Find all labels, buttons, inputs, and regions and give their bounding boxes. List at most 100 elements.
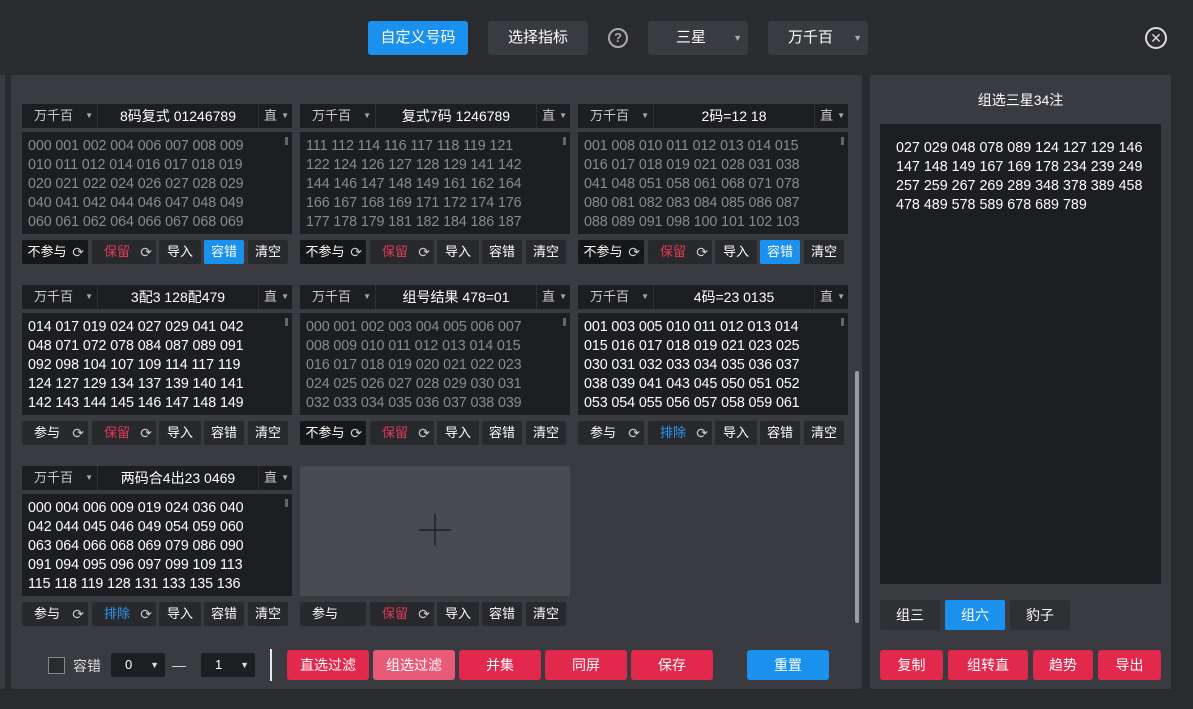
card-title[interactable]: 复式7码 1246789 xyxy=(376,104,536,128)
position-select[interactable]: 万千百 ▼ xyxy=(768,21,868,55)
tolerance-button[interactable]: 容错 xyxy=(204,240,244,264)
card-direct-select[interactable]: 直 ▼ xyxy=(536,104,570,128)
star-type-select[interactable]: 三星 ▼ xyxy=(648,21,748,55)
keep-toggle[interactable]: 排除 ⟳ xyxy=(648,421,712,445)
card-title[interactable]: 3配3 128配479 xyxy=(98,285,258,309)
card-numbers-box[interactable]: 001 008 010 011 012 013 014 015 016 017 … xyxy=(578,132,848,234)
refresh-icon[interactable]: ⟳ xyxy=(418,240,430,264)
card-scrollbar[interactable] xyxy=(841,137,844,145)
refresh-icon[interactable]: ⟳ xyxy=(696,240,708,264)
card-direct-select[interactable]: 直 ▼ xyxy=(814,285,848,309)
copy-button[interactable]: 复制 xyxy=(880,650,943,680)
refresh-icon[interactable]: ⟳ xyxy=(72,602,84,626)
card-scrollbar[interactable] xyxy=(841,318,844,326)
clear-button[interactable]: 清空 xyxy=(804,240,844,264)
card-position-select[interactable]: 万千百 ▼ xyxy=(22,285,98,309)
refresh-icon[interactable]: ⟳ xyxy=(628,240,640,264)
card-position-select[interactable]: 万千百 ▼ xyxy=(300,104,376,128)
refresh-icon[interactable]: ⟳ xyxy=(350,240,362,264)
join-toggle[interactable]: 参与 xyxy=(300,602,366,626)
tolerance-checkbox[interactable] xyxy=(48,657,65,674)
clear-button[interactable]: 清空 xyxy=(526,421,566,445)
refresh-icon[interactable]: ⟳ xyxy=(418,602,430,626)
join-toggle[interactable]: 不参与 ⟳ xyxy=(300,240,366,264)
join-toggle[interactable]: 不参与 ⟳ xyxy=(578,240,644,264)
import-button[interactable]: 导入 xyxy=(715,240,757,264)
card-title[interactable]: 组号结果 478=01 xyxy=(376,285,536,309)
card-position-select[interactable]: 万千百 ▼ xyxy=(22,104,98,128)
clear-button[interactable]: 清空 xyxy=(526,602,566,626)
refresh-icon[interactable]: ⟳ xyxy=(350,421,362,445)
tab-group-six[interactable]: 组六 xyxy=(945,600,1005,630)
tolerance-button[interactable]: 容错 xyxy=(482,602,522,626)
join-toggle[interactable]: 参与 ⟳ xyxy=(22,602,88,626)
card-scrollbar[interactable] xyxy=(563,137,566,145)
refresh-icon[interactable]: ⟳ xyxy=(72,240,84,264)
card-direct-select[interactable]: 直 ▼ xyxy=(536,285,570,309)
join-toggle[interactable]: 不参与 ⟳ xyxy=(300,421,366,445)
clear-button[interactable]: 清空 xyxy=(248,602,288,626)
join-toggle[interactable]: 参与 ⟳ xyxy=(578,421,644,445)
keep-toggle[interactable]: 保留 ⟳ xyxy=(92,421,156,445)
card-scrollbar[interactable] xyxy=(563,318,566,326)
tolerance-button[interactable]: 容错 xyxy=(204,602,244,626)
close-icon[interactable]: ✕ xyxy=(1145,27,1167,49)
keep-toggle[interactable]: 保留 ⟳ xyxy=(648,240,712,264)
group-filter-button[interactable]: 组选过滤 xyxy=(373,650,455,680)
tab-group-three[interactable]: 组三 xyxy=(880,600,940,630)
refresh-icon[interactable]: ⟳ xyxy=(418,421,430,445)
refresh-icon[interactable]: ⟳ xyxy=(140,602,152,626)
card-position-select[interactable]: 万千百 ▼ xyxy=(22,466,98,490)
card-title[interactable]: 8码复式 01246789 xyxy=(98,104,258,128)
card-title[interactable]: 2码=12 18 xyxy=(654,104,814,128)
vertical-scrollbar[interactable] xyxy=(855,371,859,623)
card-direct-select[interactable]: 直 ▼ xyxy=(258,104,292,128)
trend-button[interactable]: 趋势 xyxy=(1033,650,1093,680)
card-scrollbar[interactable] xyxy=(285,137,288,145)
export-button[interactable]: 导出 xyxy=(1098,650,1161,680)
card-numbers-box[interactable]: 000 004 006 009 019 024 036 040 042 044 … xyxy=(22,494,292,596)
tolerance-button[interactable]: 容错 xyxy=(482,240,522,264)
keep-toggle[interactable]: 排除 ⟳ xyxy=(92,602,156,626)
save-button[interactable]: 保存 xyxy=(631,650,713,680)
tolerance-button[interactable]: 容错 xyxy=(482,421,522,445)
card-scrollbar[interactable] xyxy=(285,499,288,507)
select-indicator-button[interactable]: 选择指标 xyxy=(488,21,588,55)
tolerance-max-select[interactable]: 1 ▼ xyxy=(201,653,255,677)
import-button[interactable]: 导入 xyxy=(715,421,757,445)
import-button[interactable]: 导入 xyxy=(437,421,479,445)
card-title[interactable]: 4码=23 0135 xyxy=(654,285,814,309)
add-filter-card[interactable] xyxy=(300,466,570,596)
clear-button[interactable]: 清空 xyxy=(248,240,288,264)
tolerance-button[interactable]: 容错 xyxy=(204,421,244,445)
card-numbers-box[interactable]: 001 003 005 010 011 012 013 014 015 016 … xyxy=(578,313,848,415)
import-button[interactable]: 导入 xyxy=(437,602,479,626)
tolerance-min-select[interactable]: 0 ▼ xyxy=(111,653,165,677)
card-numbers-box[interactable]: 111 112 114 116 117 118 119 121 122 124 … xyxy=(300,132,570,234)
card-direct-select[interactable]: 直 ▼ xyxy=(258,285,292,309)
same-screen-button[interactable]: 同屏 xyxy=(545,650,627,680)
refresh-icon[interactable]: ⟳ xyxy=(140,421,152,445)
group-to-direct-button[interactable]: 组转直 xyxy=(948,650,1028,680)
keep-toggle[interactable]: 保留 ⟳ xyxy=(370,240,434,264)
refresh-icon[interactable]: ⟳ xyxy=(628,421,640,445)
card-position-select[interactable]: 万千百 ▼ xyxy=(300,285,376,309)
tab-leopard[interactable]: 豹子 xyxy=(1010,600,1070,630)
card-scrollbar[interactable] xyxy=(285,318,288,326)
tolerance-button[interactable]: 容错 xyxy=(760,421,800,445)
join-toggle[interactable]: 参与 ⟳ xyxy=(22,421,88,445)
clear-button[interactable]: 清空 xyxy=(248,421,288,445)
import-button[interactable]: 导入 xyxy=(437,240,479,264)
card-position-select[interactable]: 万千百 ▼ xyxy=(578,285,654,309)
direct-filter-button[interactable]: 直选过滤 xyxy=(287,650,369,680)
keep-toggle[interactable]: 保留 ⟳ xyxy=(370,421,434,445)
keep-toggle[interactable]: 保留 ⟳ xyxy=(370,602,434,626)
card-direct-select[interactable]: 直 ▼ xyxy=(814,104,848,128)
help-icon[interactable]: ? xyxy=(608,28,628,48)
union-button[interactable]: 并集 xyxy=(459,650,541,680)
refresh-icon[interactable]: ⟳ xyxy=(72,421,84,445)
tolerance-button[interactable]: 容错 xyxy=(760,240,800,264)
import-button[interactable]: 导入 xyxy=(159,421,201,445)
clear-button[interactable]: 清空 xyxy=(526,240,566,264)
import-button[interactable]: 导入 xyxy=(159,602,201,626)
